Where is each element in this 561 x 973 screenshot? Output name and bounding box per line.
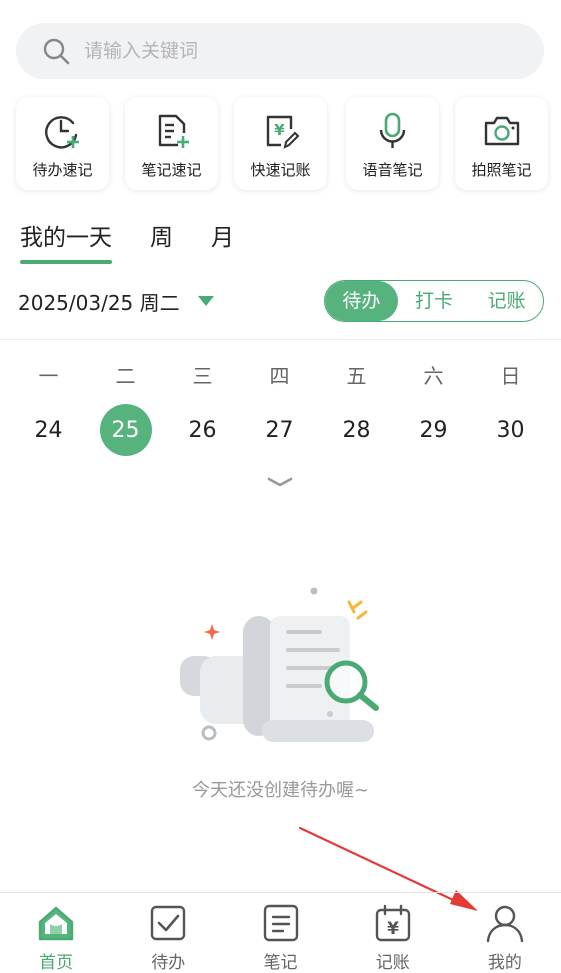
nav-label: 我的 (487, 953, 522, 973)
voice-note-button[interactable]: 语音笔记 (346, 97, 439, 190)
date-cell[interactable]: 26 (164, 404, 241, 456)
tab-week[interactable]: 周 (150, 218, 173, 264)
search-icon (43, 38, 70, 65)
svg-text:¥: ¥ (274, 121, 285, 139)
calendar-yen-icon: ¥ (375, 904, 410, 942)
segment-bookkeeping[interactable]: 记账 (470, 281, 543, 321)
weekday-header: 一 二 三 四 五 六 日 (10, 360, 550, 389)
nav-item-me[interactable]: 我的 (449, 893, 561, 973)
nav-label: 记账 (375, 953, 410, 973)
weekday-label: 三 (192, 364, 213, 388)
quick-bookkeeping-button[interactable]: ¥ 快速记账 (234, 97, 327, 190)
note-plus-icon (158, 114, 189, 148)
date-cell[interactable]: 28 (318, 404, 395, 456)
weekday-label: 五 (346, 364, 367, 388)
search-input[interactable] (82, 39, 486, 63)
camera-icon (484, 116, 519, 146)
segment-todo[interactable]: 待办 (325, 281, 398, 321)
photo-note-button[interactable]: 拍照笔记 (455, 97, 548, 190)
nav-label: 首页 (39, 953, 74, 973)
svg-text:¥: ¥ (387, 919, 399, 939)
quick-actions: 待办速记 笔记速记 ¥ 快速记账 语音笔记 拍照笔记 (16, 97, 556, 190)
dropdown-arrow-icon[interactable] (197, 296, 214, 306)
bottom-nav: 首页 待办 笔记 ¥ 记账 我的 (0, 892, 561, 973)
nav-item-bookkeeping[interactable]: ¥ 记账 (337, 893, 449, 973)
clock-plus-icon (44, 116, 79, 149)
tab-month[interactable]: 月 (211, 218, 234, 264)
date-row: 2025/03/25 周二 待办 打卡 记账 (18, 280, 544, 322)
weekday-label: 日 (500, 364, 521, 388)
empty-state-text: 今天还没创建待办喔~ (191, 780, 370, 801)
view-tabs: 我的一天 周 月 (20, 218, 272, 264)
date-cell[interactable]: 29 (395, 404, 472, 456)
weekday-label: 二 (115, 364, 136, 388)
weekday-label: 四 (269, 364, 290, 388)
weekday-label: 一 (38, 364, 59, 388)
nav-item-notes[interactable]: 笔记 (224, 893, 336, 973)
type-segment-control: 待办 打卡 记账 (324, 280, 544, 322)
expand-chevron-icon[interactable] (266, 475, 294, 489)
checkbox-icon (151, 905, 186, 941)
person-icon (486, 905, 524, 943)
yen-edit-icon: ¥ (266, 115, 299, 149)
search-bar[interactable] (16, 23, 544, 79)
segment-checkin[interactable]: 打卡 (398, 281, 471, 321)
date-cell[interactable]: 24 (10, 404, 87, 456)
selected-date: 25 (99, 404, 152, 456)
quick-note-button[interactable]: 笔记速记 (125, 97, 218, 190)
empty-state-illustration (180, 587, 379, 742)
divider (0, 339, 561, 340)
note-icon (263, 904, 298, 942)
date-cell[interactable]: 30 (472, 404, 549, 456)
home-icon (38, 906, 74, 941)
date-cell[interactable]: 27 (241, 404, 318, 456)
photo-note-label: 拍照笔记 (471, 161, 532, 179)
nav-item-home[interactable]: 首页 (0, 893, 112, 973)
quick-todo-label: 待办速记 (32, 161, 93, 179)
nav-label: 笔记 (263, 953, 298, 973)
weekday-label: 六 (423, 364, 444, 388)
tab-my-day[interactable]: 我的一天 (20, 218, 112, 264)
nav-item-todo[interactable]: 待办 (112, 893, 224, 973)
quick-bookkeeping-label: 快速记账 (250, 161, 311, 179)
date-selector[interactable]: 2025/03/25 周二 (18, 287, 180, 316)
nav-label: 待办 (151, 953, 186, 973)
quick-note-label: 笔记速记 (141, 161, 202, 179)
voice-note-label: 语音笔记 (362, 161, 423, 179)
week-dates: 24 25 26 27 28 29 30 (10, 404, 550, 456)
date-cell-selected[interactable]: 25 (87, 404, 164, 456)
quick-todo-button[interactable]: 待办速记 (16, 97, 109, 190)
microphone-icon (379, 112, 405, 148)
